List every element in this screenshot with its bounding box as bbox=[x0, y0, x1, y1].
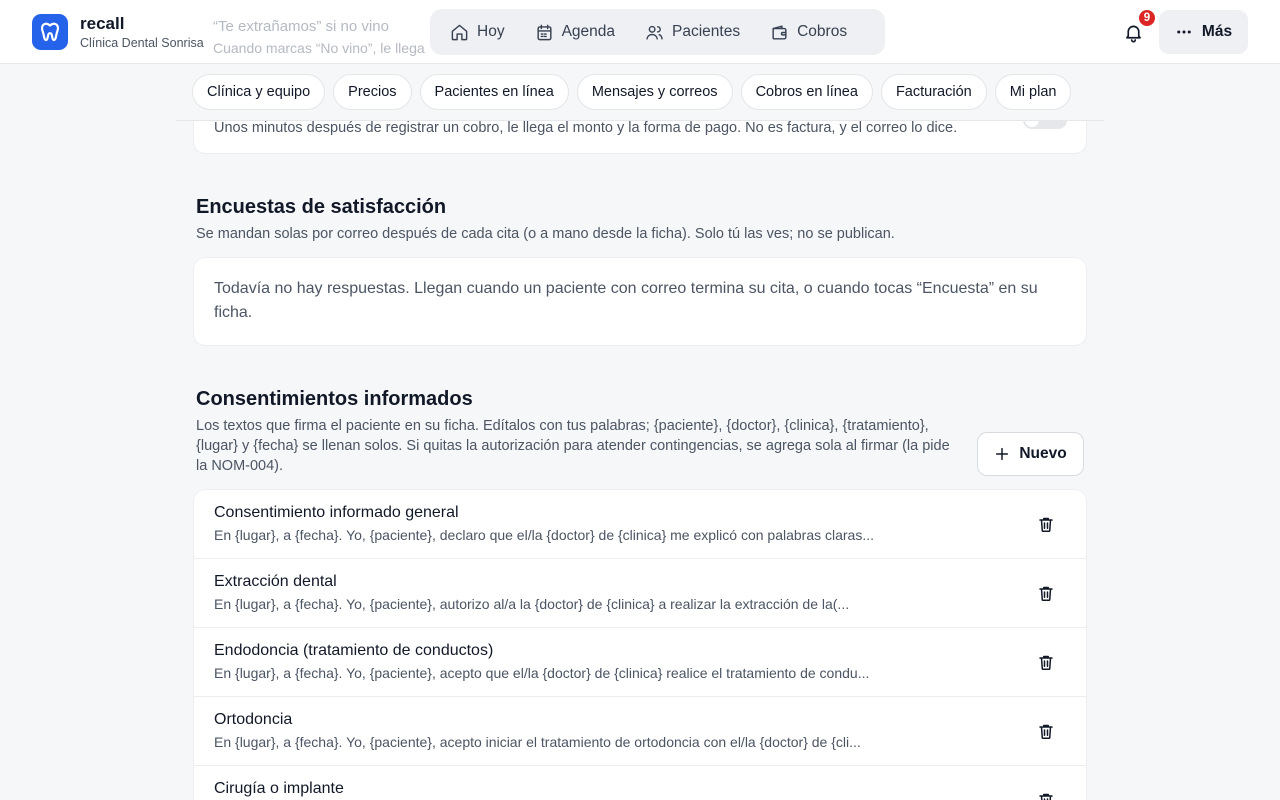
tab-pacientes-en-linea[interactable]: Pacientes en línea bbox=[419, 74, 569, 110]
consent-snippet: En {lugar}, a {fecha}. Yo, {paciente}, a… bbox=[214, 596, 850, 612]
nav-hoy-label: Hoy bbox=[477, 23, 505, 40]
surveys-title: Encuestas de satisfacción bbox=[196, 196, 447, 218]
nav-agenda[interactable]: Agenda bbox=[521, 14, 629, 50]
list-item[interactable]: Endodoncia (tratamiento de conductos) En… bbox=[194, 628, 1086, 697]
delete-consent-button[interactable] bbox=[1035, 789, 1057, 800]
consent-title: Endodoncia (tratamiento de conductos) bbox=[214, 642, 494, 659]
tab-precios[interactable]: Precios bbox=[333, 74, 412, 110]
delete-consent-button[interactable] bbox=[1035, 720, 1057, 742]
main-nav: Hoy Agenda Pacientes Cobros bbox=[430, 9, 885, 55]
more-button[interactable]: Más bbox=[1159, 10, 1248, 54]
list-item[interactable]: Consentimiento informado general En {lug… bbox=[194, 490, 1086, 559]
bleed-line-1: “Te extrañamos” si no vino bbox=[213, 18, 389, 35]
consent-title: Consentimiento informado general bbox=[214, 504, 459, 521]
consent-title: Cirugía o implante bbox=[214, 780, 344, 797]
trash-icon bbox=[1039, 517, 1053, 532]
tab-mensajes-correos[interactable]: Mensajes y correos bbox=[576, 74, 733, 110]
clinic-name: Clínica Dental Sonrisa bbox=[80, 35, 204, 50]
consent-snippet: En {lugar}, a {fecha}. Yo, {paciente}, a… bbox=[214, 734, 861, 750]
consent-title: Ortodoncia bbox=[214, 711, 293, 728]
consent-snippet: En {lugar}, a {fecha}. Yo, {paciente}, a… bbox=[214, 665, 870, 681]
delete-consent-button[interactable] bbox=[1035, 582, 1057, 604]
calendar-icon bbox=[537, 24, 552, 40]
scrolled-content-behind-header: “Te extrañamos” si no vino Cuando marcas… bbox=[213, 16, 425, 58]
list-item[interactable]: Ortodoncia En {lugar}, a {fecha}. Yo, {p… bbox=[194, 697, 1086, 766]
plus-icon bbox=[996, 447, 1009, 461]
nav-pacientes[interactable]: Pacientes bbox=[631, 14, 754, 50]
delete-consent-button[interactable] bbox=[1035, 513, 1057, 535]
more-dots-icon bbox=[1177, 30, 1191, 34]
new-consent-label: Nuevo bbox=[1019, 445, 1067, 462]
nav-cobros[interactable]: Cobros bbox=[756, 14, 861, 50]
surveys-description: Se mandan solas por correo después de ca… bbox=[196, 226, 895, 242]
trash-icon bbox=[1039, 586, 1053, 601]
tab-facturacion[interactable]: Facturación bbox=[880, 74, 987, 110]
list-item[interactable]: Cirugía o implante bbox=[194, 766, 1086, 800]
wallet-icon bbox=[772, 24, 787, 40]
notification-count-badge: 9 bbox=[1137, 8, 1157, 28]
more-label: Más bbox=[1201, 23, 1233, 40]
nav-pacientes-label: Pacientes bbox=[672, 23, 741, 40]
trash-icon bbox=[1039, 655, 1053, 670]
tab-clinica-equipo[interactable]: Clínica y equipo bbox=[192, 74, 326, 110]
tab-cobros-en-linea[interactable]: Cobros en línea bbox=[740, 74, 873, 110]
settings-tabs: Clínica y equipo Precios Pacientes en lí… bbox=[192, 74, 1072, 110]
nav-agenda-label: Agenda bbox=[561, 23, 616, 40]
brand[interactable]: recall Clínica Dental Sonrisa bbox=[32, 14, 204, 50]
top-bar: recall Clínica Dental Sonrisa “Te extrañ… bbox=[0, 0, 1280, 64]
consents-title: Consentimientos informados bbox=[196, 388, 473, 410]
consent-title: Extracción dental bbox=[214, 573, 337, 590]
consent-snippet: En {lugar}, a {fecha}. Yo, {paciente}, d… bbox=[214, 527, 875, 543]
brand-name: recall bbox=[80, 14, 125, 34]
nav-hoy[interactable]: Hoy bbox=[436, 14, 519, 50]
payment-receipt-description: Unos minutos después de registrar un cob… bbox=[214, 120, 958, 136]
users-icon bbox=[646, 25, 663, 40]
settings-tabs-bar: Clínica y equipo Precios Pacientes en lí… bbox=[176, 64, 1104, 121]
trash-icon bbox=[1039, 793, 1053, 800]
trash-icon bbox=[1039, 724, 1053, 739]
home-icon bbox=[451, 24, 468, 40]
consents-description: Los textos que firma el paciente en su f… bbox=[196, 418, 950, 474]
surveys-empty-card: Todavía no hay respuestas. Llegan cuando… bbox=[193, 257, 1087, 346]
consent-list: Consentimiento informado general En {lug… bbox=[193, 489, 1087, 800]
list-item[interactable]: Extracción dental En {lugar}, a {fecha}.… bbox=[194, 559, 1086, 628]
delete-consent-button[interactable] bbox=[1035, 651, 1057, 673]
tab-mi-plan[interactable]: Mi plan bbox=[994, 74, 1072, 110]
tooth-logo-icon bbox=[32, 14, 68, 50]
nav-cobros-label: Cobros bbox=[797, 23, 848, 40]
new-consent-button[interactable]: Nuevo bbox=[977, 432, 1084, 476]
surveys-empty-message: Todavía no hay respuestas. Llegan cuando… bbox=[214, 280, 1038, 321]
bleed-line-2: Cuando marcas “No vino”, le llega bbox=[213, 39, 425, 56]
